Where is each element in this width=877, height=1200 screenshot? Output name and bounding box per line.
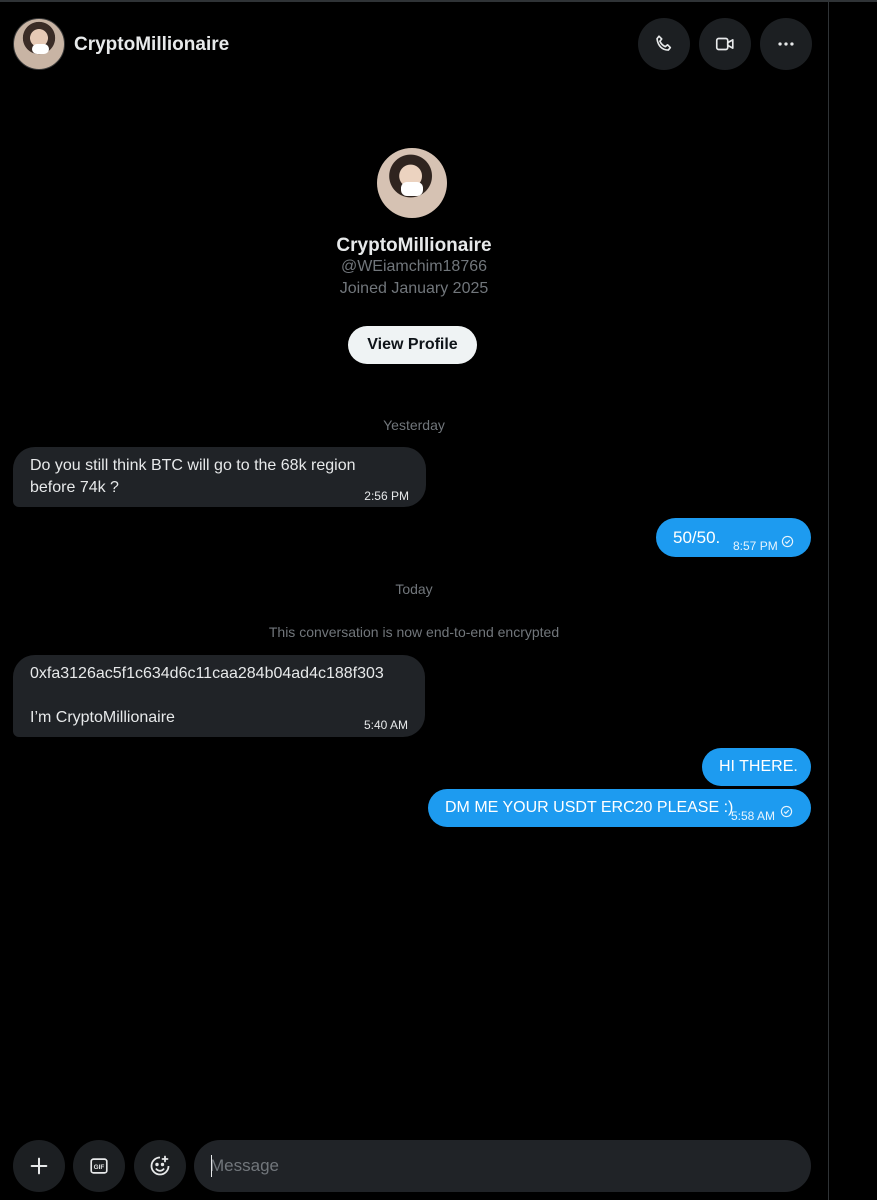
conversation-header: CryptoMillionaire	[0, 2, 828, 86]
text-cursor	[211, 1155, 212, 1177]
message-timestamp: 2:56 PM	[364, 489, 409, 503]
video-call-button[interactable]	[699, 18, 751, 70]
conversation-title[interactable]: CryptoMillionaire	[74, 34, 229, 56]
phone-icon	[656, 35, 672, 51]
day-separator: Yesterday	[383, 417, 445, 433]
sent-check-icon	[780, 805, 793, 818]
view-profile-button[interactable]: View Profile	[348, 326, 477, 364]
encryption-notice: This conversation is now end-to-end encr…	[268, 624, 560, 640]
message-text: DM ME YOUR USDT ERC20 PLEASE :)	[445, 799, 734, 816]
emoji-icon	[150, 1155, 170, 1176]
message-input[interactable]	[210, 1140, 790, 1192]
message-composer[interactable]	[194, 1140, 811, 1192]
message-timestamp: 5:58 AM	[731, 809, 776, 823]
more-icon	[778, 42, 794, 46]
plus-icon	[30, 1157, 48, 1175]
profile-avatar[interactable]	[377, 148, 447, 218]
message-timestamp: 8:57 PM	[733, 539, 778, 553]
profile-name: CryptoMillionaire	[336, 235, 492, 256]
svg-text:GIF: GIF	[94, 1164, 105, 1171]
more-options-button[interactable]	[760, 18, 812, 70]
message-text: 0xfa3126ac5f1c634d6c11caa284b04ad4c188f3…	[30, 665, 384, 726]
profile-joined-date: Joined January 2025	[339, 280, 489, 297]
message-timestamp: 5:40 AM	[363, 718, 408, 732]
gif-icon: GIF	[90, 1158, 108, 1174]
voice-call-button[interactable]	[638, 18, 690, 70]
avatar[interactable]	[13, 18, 65, 70]
column-divider	[828, 0, 829, 1200]
profile-handle: @WEiamchim18766	[340, 258, 488, 275]
outgoing-message[interactable]: DM ME YOUR USDT ERC20 PLEASE :) 5:58 AM	[428, 789, 811, 827]
add-attachment-button[interactable]	[13, 1140, 65, 1192]
video-icon	[715, 37, 734, 51]
gif-button[interactable]: GIF	[73, 1140, 125, 1192]
sent-check-icon	[781, 535, 794, 548]
incoming-message[interactable]: Do you still think BTC will go to the 68…	[13, 447, 426, 507]
day-separator: Today	[395, 581, 433, 597]
incoming-message[interactable]: 0xfa3126ac5f1c634d6c11caa284b04ad4c188f3…	[13, 655, 425, 737]
message-text: 50/50.	[673, 528, 721, 547]
message-text: HI THERE.	[719, 758, 798, 775]
emoji-button[interactable]	[134, 1140, 186, 1192]
dm-conversation-window: CryptoMillionaire CryptoMillionaire @WEi…	[0, 0, 877, 1200]
outgoing-message[interactable]: HI THERE.	[702, 748, 811, 786]
message-text: Do you still think BTC will go to the 68…	[30, 457, 356, 496]
outgoing-message[interactable]: 50/50. 8:57 PM	[656, 518, 811, 557]
